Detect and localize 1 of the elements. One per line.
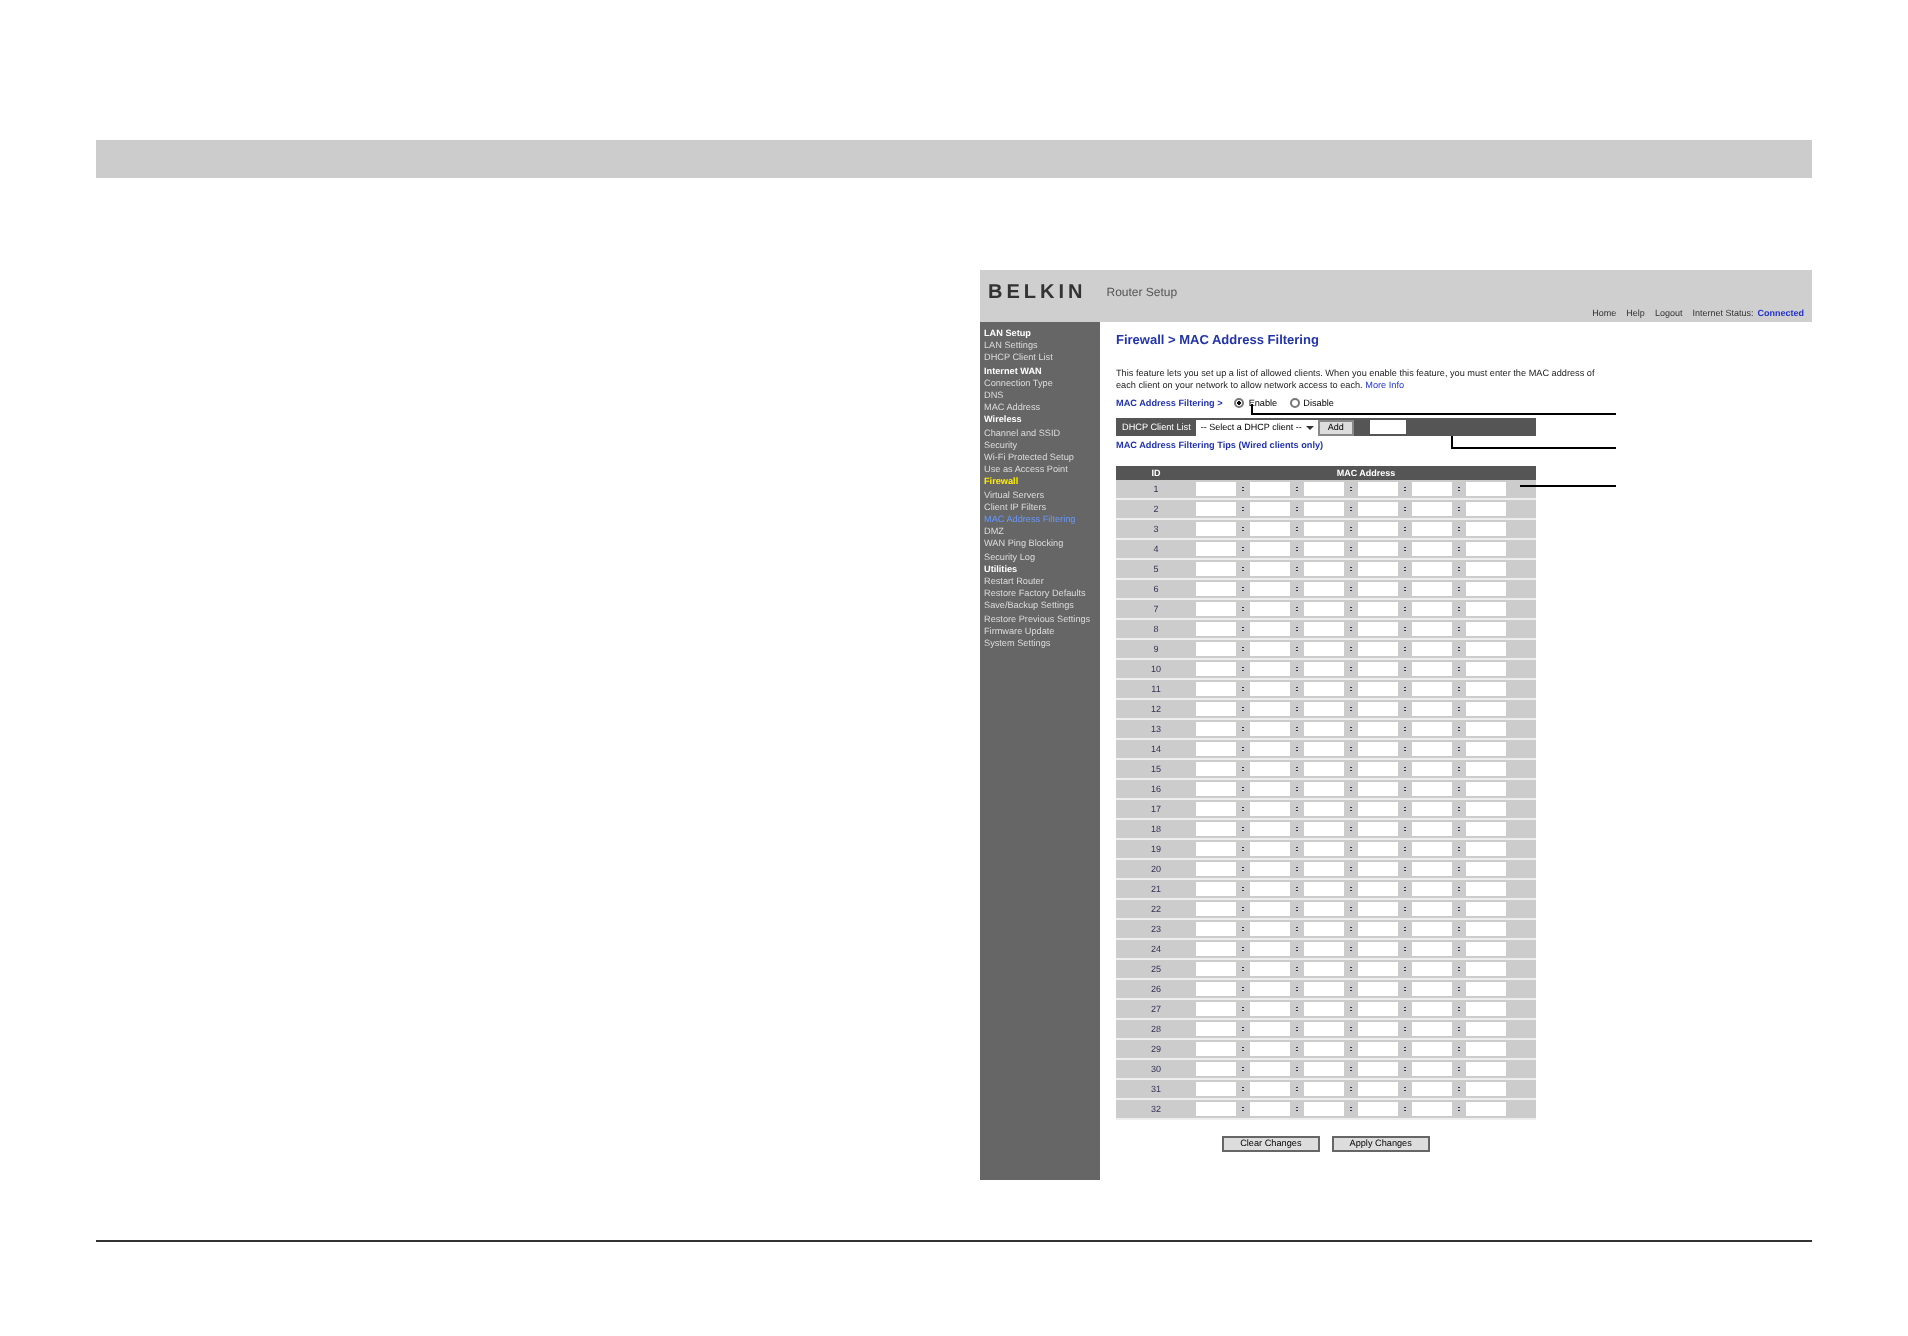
brand-logo: BELKIN bbox=[988, 282, 1087, 304]
